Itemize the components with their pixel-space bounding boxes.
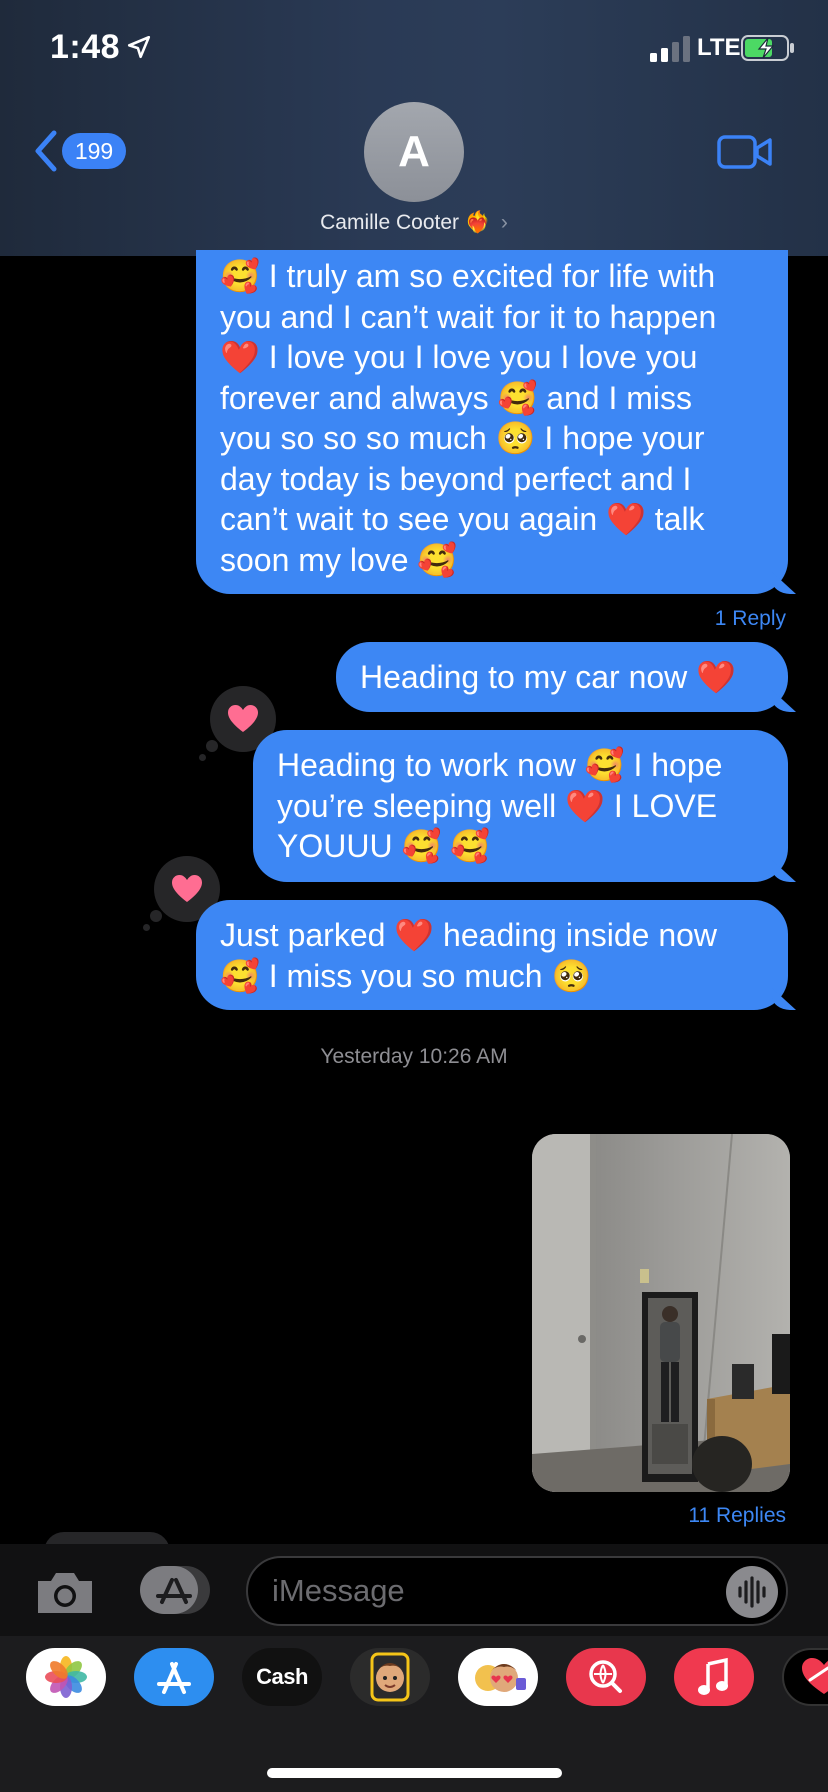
tapback-dot: [206, 740, 218, 752]
message-bubble[interactable]: Heading to my car now ❤️: [336, 642, 788, 712]
app-store-icon[interactable]: [134, 1648, 214, 1706]
heart-icon: [172, 875, 202, 902]
digital-touch-icon[interactable]: [782, 1648, 828, 1706]
conversation-header: 1:48 LTE 199 A Camille Cooter ❤️‍🔥 ›: [0, 0, 828, 256]
app-store-drawer-icon[interactable]: [138, 1566, 214, 1614]
contact-emoji: ❤️‍🔥: [464, 211, 492, 234]
contact-name-button[interactable]: Camille Cooter ❤️‍🔥 ›: [200, 211, 628, 235]
message-line: Heading to my car now ❤️: [360, 659, 736, 695]
message-line: you so so so much 🥺 I hope your: [220, 420, 705, 456]
chevron-left-icon: [35, 130, 57, 172]
message-timestamp: Yesterday 10:26 AM: [0, 1045, 828, 1069]
chevron-right-icon: ›: [500, 211, 508, 234]
home-indicator[interactable]: [267, 1768, 562, 1778]
memoji-icon[interactable]: [350, 1648, 430, 1706]
network-type: LTE: [697, 34, 741, 61]
photo-attachment[interactable]: [532, 1134, 790, 1492]
facetime-video-icon[interactable]: [717, 134, 773, 170]
message-line: forever and always 🥰 and I miss: [220, 379, 693, 416]
contact-avatar[interactable]: A: [364, 102, 464, 202]
message-line: you and I can’t wait for it to happen: [220, 298, 717, 335]
message-input-field[interactable]: [246, 1556, 788, 1626]
unread-count-badge: 199: [62, 133, 126, 169]
message-bubble[interactable]: Just parked ❤️ heading inside now 🥰 I mi…: [196, 900, 788, 1010]
photos-icon[interactable]: [26, 1648, 106, 1706]
cellular-signal-icon: [650, 36, 690, 62]
status-time: 1:48: [50, 28, 121, 66]
battery-charging-icon: [741, 35, 794, 61]
images-search-icon[interactable]: [566, 1648, 646, 1706]
camera-icon[interactable]: [34, 1569, 96, 1615]
message-line: Heading to work now 🥰 I hope: [277, 747, 723, 783]
message-line: ❤️ I love you I love you I love you: [220, 339, 698, 375]
timestamp-time: 10:26 AM: [418, 1045, 508, 1068]
message-line: day today is beyond perfect and I: [220, 460, 692, 497]
tapback-dot: [199, 754, 206, 761]
tapback-dot: [143, 924, 150, 931]
imessage-input[interactable]: [272, 1558, 712, 1624]
imessage-app-drawer: Cash: [0, 1636, 828, 1792]
message-bubble[interactable]: Heading to work now 🥰 I hope you’re slee…: [253, 730, 788, 882]
thread-replies-link[interactable]: 1 Reply: [715, 607, 786, 631]
apple-cash-icon[interactable]: Cash: [242, 1648, 322, 1706]
waveform-icon: [738, 1576, 766, 1608]
back-button[interactable]: 199: [30, 128, 130, 174]
memoji-stickers-icon[interactable]: [458, 1648, 538, 1706]
music-icon[interactable]: [674, 1648, 754, 1706]
message-line: you’re sleeping well ❤️ I LOVE: [277, 787, 718, 824]
thread-replies-link[interactable]: 11 Replies: [688, 1504, 786, 1528]
timestamp-day: Yesterday: [320, 1045, 414, 1068]
message-line: Just parked ❤️ heading inside now: [220, 917, 718, 953]
location-arrow-icon: [127, 35, 151, 59]
message-line: 🥰 I truly am so excited for life with: [220, 258, 716, 294]
heart-icon: [228, 705, 258, 732]
message-line: YOUUU 🥰 🥰: [277, 828, 491, 864]
audio-message-button[interactable]: [726, 1566, 778, 1618]
message-bubble[interactable]: 🥰 I truly am so excited for life with yo…: [196, 250, 788, 594]
message-line: 🥰 I miss you so much 🥺: [220, 957, 592, 994]
compose-bar: [0, 1544, 828, 1636]
contact-name: Camille Cooter: [320, 211, 460, 234]
tapback-dot: [150, 910, 162, 922]
message-line: soon my love 🥰: [220, 541, 458, 578]
message-line: can’t wait to see you again ❤️ talk: [220, 501, 705, 537]
apple-cash-label: Cash: [256, 1664, 308, 1689]
mirror-selfie-image: [532, 1134, 790, 1492]
